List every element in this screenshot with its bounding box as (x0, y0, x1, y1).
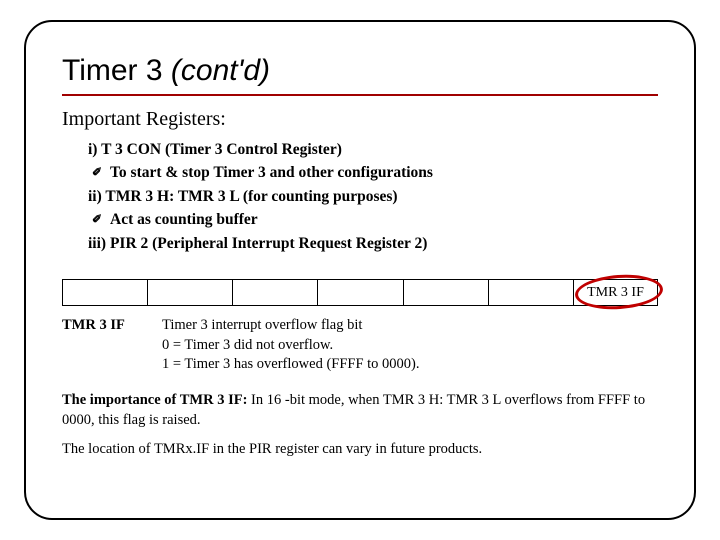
reg-ii-head: ii) TMR 3 H: TMR 3 L (for counting purpo… (88, 186, 658, 208)
subtitle: Important Registers: (62, 108, 658, 131)
desc-label: TMR 3 IF (62, 316, 148, 375)
slide-frame: Timer 3 (cont'd) Important Registers: i)… (24, 20, 696, 520)
title-underline (62, 94, 658, 96)
bit-cell-1: TMR 3 IF (574, 280, 658, 306)
footer-imp-label: The importance of TMR 3 IF: (62, 392, 247, 408)
slide-title: Timer 3 (cont'd) (62, 54, 658, 88)
reg-ii-sub: Act as counting buffer (110, 209, 658, 231)
desc-line3: 1 = Timer 3 has overflowed (FFFF to 0000… (162, 355, 420, 375)
footer-location: The location of TMRx.IF in the PIR regis… (62, 440, 658, 460)
bit-table: TMR 3 IF (62, 279, 658, 306)
bit-cell-7 (63, 280, 148, 306)
reg-iii-head: iii) PIR 2 (Peripheral Interrupt Request… (88, 233, 658, 255)
bit-cell-4 (318, 280, 403, 306)
bit-cell-6 (148, 280, 233, 306)
reg-i-head: i) T 3 CON (Timer 3 Control Register) (88, 139, 658, 161)
bit-cell-3 (403, 280, 488, 306)
footer-importance: The importance of TMR 3 IF: In 16 -bit m… (62, 391, 658, 430)
bit-cell-2 (488, 280, 573, 306)
title-contd: (cont'd) (171, 54, 270, 87)
title-main: Timer 3 (62, 54, 163, 87)
desc-line2: 0 = Timer 3 did not overflow. (162, 336, 420, 356)
reg-i-sub: To start & stop Timer 3 and other config… (110, 162, 658, 184)
desc-body: Timer 3 interrupt overflow flag bit 0 = … (162, 316, 420, 375)
bit-description-row: TMR 3 IF Timer 3 interrupt overflow flag… (62, 316, 658, 375)
bit-label-tmr3if: TMR 3 IF (587, 285, 644, 300)
register-list: i) T 3 CON (Timer 3 Control Register) To… (88, 139, 658, 255)
bit-cell-5 (233, 280, 318, 306)
desc-line1: Timer 3 interrupt overflow flag bit (162, 316, 420, 336)
footer-notes: The importance of TMR 3 IF: In 16 -bit m… (62, 391, 658, 460)
